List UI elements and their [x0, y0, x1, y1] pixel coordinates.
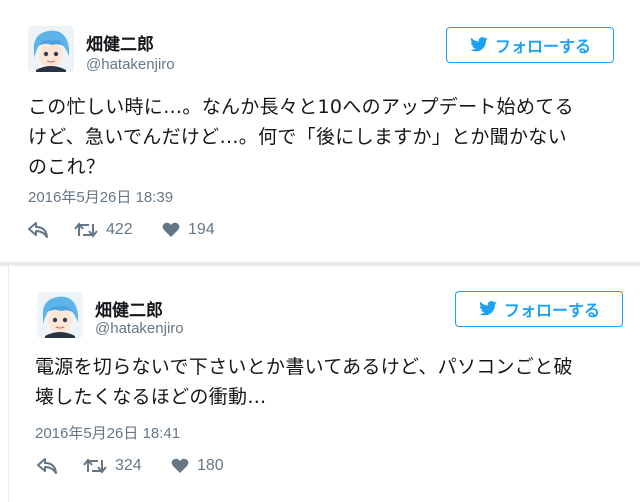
- reply-button[interactable]: [28, 222, 74, 238]
- reply-icon: [37, 458, 57, 474]
- tweet-card: 畑健二郎 @hatakenjiro フォローする この忙しい時に…。なんか長々と…: [0, 0, 640, 262]
- display-name[interactable]: 畑健二郎: [95, 296, 163, 321]
- bird-icon: [479, 301, 497, 316]
- display-name[interactable]: 畑健二郎: [86, 30, 154, 55]
- retweet-count: 422: [106, 221, 133, 238]
- follow-label: フォローする: [494, 37, 591, 56]
- user-handle[interactable]: @hatakenjiro: [86, 56, 175, 73]
- anime-avatar-icon: [28, 26, 74, 72]
- retweet-button[interactable]: 324: [83, 457, 171, 475]
- retweet-icon: [74, 222, 98, 238]
- tweet-text: 電源を切らないで下さいとか書いてあるけど、パソコンごと破 壊したくなるほどの衝動…: [35, 352, 635, 412]
- avatar[interactable]: [37, 292, 83, 338]
- reply-button[interactable]: [37, 458, 83, 474]
- timestamp[interactable]: 2016年5月26日 18:39: [28, 186, 173, 207]
- tweet-text-line: この忙しい時に…。なんか長々と10へのアップデート始めてる: [28, 96, 574, 118]
- like-button[interactable]: 194: [162, 221, 215, 239]
- reply-icon: [28, 222, 48, 238]
- timestamp[interactable]: 2016年5月26日 18:41: [35, 422, 180, 443]
- bird-icon: [470, 37, 488, 52]
- tweet-text: この忙しい時に…。なんか長々と10へのアップデート始めてる けど、急いでんだけど…: [28, 92, 628, 182]
- retweet-icon: [83, 458, 107, 474]
- retweet-count: 324: [115, 457, 142, 474]
- action-bar: 324 180: [37, 457, 224, 475]
- action-bar: 422 194: [28, 221, 215, 239]
- tweet-card: 畑健二郎 @hatakenjiro フォローする 電源を切らないで下さいとか書い…: [8, 266, 640, 502]
- user-handle[interactable]: @hatakenjiro: [95, 320, 184, 337]
- tweet-text-line: 電源を切らないで下さいとか書いてあるけど、パソコンごと破: [35, 356, 573, 378]
- heart-icon: [162, 222, 180, 237]
- tweet-text-line: のこれ？: [28, 156, 106, 178]
- like-button[interactable]: 180: [171, 457, 224, 475]
- avatar[interactable]: [28, 26, 74, 72]
- tweet-text-line: けど、急いでんだけど…。何で「後にしますか」とか聞かない: [28, 126, 567, 148]
- follow-button[interactable]: フォローする: [446, 27, 614, 63]
- anime-avatar-icon: [37, 292, 83, 338]
- follow-label: フォローする: [503, 301, 600, 320]
- heart-icon: [171, 458, 189, 473]
- like-count: 180: [197, 457, 224, 474]
- like-count: 194: [188, 221, 215, 238]
- follow-button[interactable]: フォローする: [455, 291, 623, 327]
- tweet-text-line: 壊したくなるほどの衝動…: [35, 386, 267, 408]
- retweet-button[interactable]: 422: [74, 221, 162, 239]
